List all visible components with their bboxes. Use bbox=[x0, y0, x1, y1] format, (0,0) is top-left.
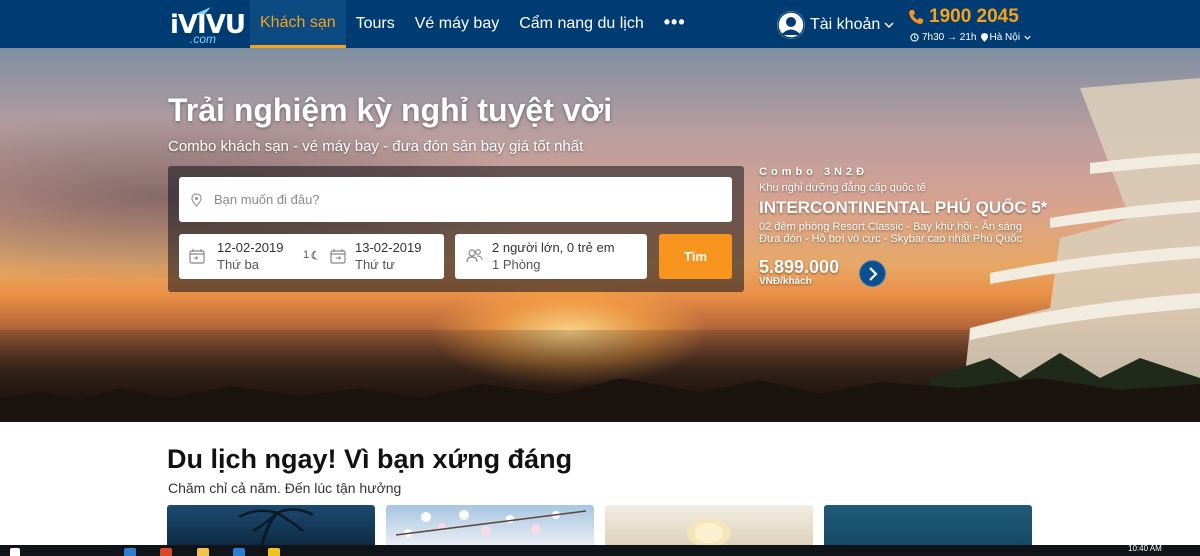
checkin-date: 12-02-2019 bbox=[217, 240, 284, 255]
promo-inclusions-1: 02 đêm phòng Resort Classic - Bay khứ hồ… bbox=[759, 221, 1022, 233]
hero-title: Trải nghiệm kỳ nghỉ tuyệt vời bbox=[168, 92, 613, 128]
nav-hotels[interactable]: Khách sạn bbox=[250, 0, 346, 48]
guests-count: 2 người lớn, 0 trẻ em bbox=[492, 240, 615, 255]
destination-card[interactable] bbox=[605, 505, 813, 545]
people-icon bbox=[466, 249, 483, 263]
location-pin-icon bbox=[191, 192, 202, 207]
promo-price-unit: VNĐ/khách bbox=[759, 276, 812, 287]
checkin-weekday: Thứ ba bbox=[217, 257, 259, 272]
destination-input[interactable]: Bạn muốn đi đâu? bbox=[179, 177, 732, 222]
location-pin-icon bbox=[980, 33, 988, 42]
main-nav: Khách sạn Tours Vé máy bay Cẩm nang du l… bbox=[250, 0, 696, 48]
chevron-down-icon bbox=[1024, 35, 1031, 40]
checkin-date-field[interactable]: 12-02-2019 Thứ ba bbox=[179, 234, 311, 279]
logo-subtext: .com bbox=[190, 32, 217, 46]
section-subtitle: Chăm chỉ cả năm. Đến lúc tận hưởng bbox=[168, 480, 402, 496]
chrome-icon[interactable] bbox=[160, 548, 172, 556]
promo-description: Khu nghỉ dưỡng đẳng cấp quốc tế bbox=[759, 182, 926, 194]
lantern-image bbox=[687, 519, 731, 545]
search-button[interactable]: Tìm bbox=[659, 234, 732, 279]
hero-banner: Trải nghiệm kỳ nghỉ tuyệt vời Combo khác… bbox=[0, 48, 1200, 422]
hotline-number: 1900 2045 bbox=[929, 6, 1019, 27]
rooms-count: 1 Phòng bbox=[492, 257, 541, 272]
location-select[interactable]: Hà Nội bbox=[990, 32, 1021, 43]
clock-icon bbox=[910, 33, 919, 42]
date-range-picker: 12-02-2019 Thứ ba 1 13-02-2019 Thứ tư bbox=[179, 234, 444, 279]
destination-card[interactable] bbox=[167, 505, 375, 545]
destination-card[interactable] bbox=[824, 505, 1032, 545]
folder-icon[interactable] bbox=[197, 548, 209, 556]
destination-placeholder: Bạn muốn đi đâu? bbox=[214, 192, 320, 207]
chevron-right-icon bbox=[869, 267, 878, 281]
combo-promo[interactable]: Combo 3N2Đ Khu nghỉ dưỡng đẳng cấp quốc … bbox=[759, 166, 1089, 287]
nav-flights[interactable]: Vé máy bay bbox=[405, 0, 509, 48]
promo-price: 5.899.000 bbox=[759, 257, 840, 277]
promo-hotel-name: INTERCONTINENTAL PHÚ QUỐC 5* bbox=[759, 198, 1048, 217]
cherry-blossom-image bbox=[395, 510, 587, 537]
account-label: Tài khoản bbox=[810, 16, 881, 33]
support-hours: 7h30 → 21h Hà Nội bbox=[910, 32, 1031, 43]
ivivu-logo[interactable]: iVIVU .com bbox=[170, 6, 246, 46]
nights-value: 1 bbox=[303, 249, 310, 261]
phone-icon bbox=[909, 10, 923, 24]
destination-card[interactable] bbox=[386, 505, 594, 545]
nav-travel-guide[interactable]: Cẩm nang du lịch bbox=[509, 0, 654, 48]
promo-tag: Combo 3N2Đ bbox=[759, 166, 869, 178]
palm-trees-silhouette bbox=[0, 378, 1200, 422]
promo-next-button[interactable] bbox=[859, 260, 886, 287]
user-avatar-icon bbox=[777, 11, 805, 39]
ie-icon[interactable] bbox=[124, 548, 136, 556]
palm-tree-image bbox=[238, 508, 314, 545]
hotline-link[interactable]: 1900 2045 bbox=[908, 6, 1019, 28]
nights-count: 1 bbox=[303, 249, 320, 261]
chevron-down-icon bbox=[884, 22, 894, 28]
top-navbar: iVIVU .com Khách sạn Tours Vé máy bay Cẩ… bbox=[0, 0, 1200, 48]
start-icon[interactable] bbox=[10, 548, 20, 556]
hours-text: 7h30 → 21h bbox=[922, 32, 977, 43]
checkout-date-field[interactable]: 13-02-2019 Thứ tư bbox=[323, 234, 455, 279]
section-title: Du lịch ngay! Vì bạn xứng đáng bbox=[167, 444, 573, 474]
promo-inclusions-2: Đưa đón - Hồ bơi vô cực - Skybar cao nhấ… bbox=[759, 233, 1022, 245]
account-menu[interactable]: Tài khoản bbox=[777, 10, 894, 40]
more-menu-button[interactable]: ••• bbox=[654, 0, 696, 48]
hotel-search-form: Bạn muốn đi đâu? 12-02-2019 Thứ ba 1 13-… bbox=[168, 166, 744, 292]
outlook-icon[interactable] bbox=[233, 548, 245, 556]
taskbar-clock[interactable]: 10:40 AM bbox=[1128, 544, 1162, 553]
moon-icon bbox=[311, 250, 318, 260]
nav-tours[interactable]: Tours bbox=[346, 0, 405, 48]
checkout-weekday: Thứ tư bbox=[355, 257, 395, 272]
sticky-notes-icon[interactable] bbox=[268, 548, 280, 556]
calendar-checkin-icon bbox=[189, 249, 205, 264]
guests-rooms-selector[interactable]: 2 người lớn, 0 trẻ em 1 Phòng bbox=[455, 234, 647, 279]
os-taskbar: 10:40 AM bbox=[0, 544, 1200, 556]
hero-subtitle: Combo khách sạn - vé máy bay - đưa đón s… bbox=[168, 138, 584, 155]
calendar-checkout-icon bbox=[330, 249, 346, 264]
checkout-date: 13-02-2019 bbox=[355, 240, 422, 255]
